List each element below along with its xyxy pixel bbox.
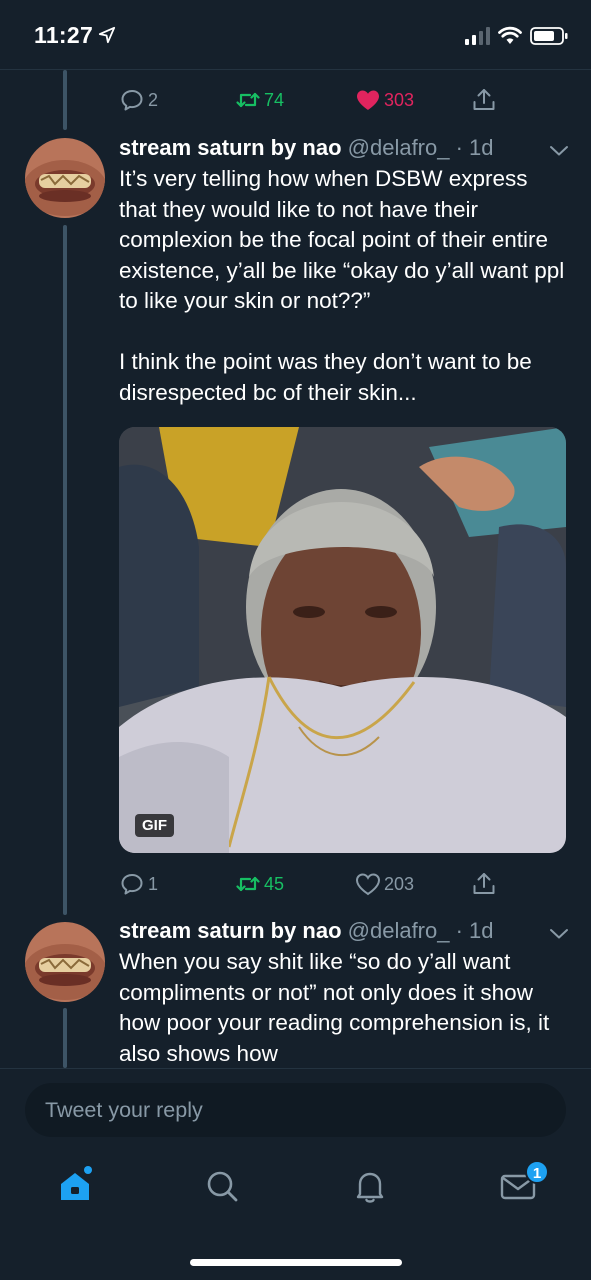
- cellular-signal-icon: [465, 27, 490, 45]
- user-handle[interactable]: @delafro_: [348, 918, 450, 943]
- retweet-count: 74: [264, 89, 285, 110]
- display-name[interactable]: stream saturn by nao: [119, 918, 342, 943]
- like-button[interactable]: 203: [355, 867, 414, 901]
- like-count: 303: [384, 89, 415, 110]
- tweet-time: · 1d: [455, 135, 494, 160]
- chevron-down-icon[interactable]: [548, 144, 570, 158]
- retweet-count: 45: [264, 873, 285, 894]
- heart-icon: [355, 873, 381, 896]
- tweet-time: · 1d: [455, 918, 494, 943]
- reply-icon: [121, 874, 143, 895]
- heart-filled-icon: [357, 90, 379, 110]
- like-count: 203: [384, 873, 415, 894]
- retweet-button[interactable]: 74: [235, 83, 284, 117]
- share-icon: [473, 873, 495, 894]
- messages-badge: 1: [525, 1160, 549, 1184]
- retweet-button[interactable]: 45: [235, 867, 284, 901]
- search-icon[interactable]: [202, 1166, 242, 1206]
- tweet-header: stream saturn by nao @delafro_ · 1d: [119, 917, 494, 945]
- wifi-icon: [498, 26, 522, 44]
- home-indicator[interactable]: [190, 1259, 402, 1266]
- avatar[interactable]: [25, 922, 105, 1002]
- tweet-gif[interactable]: GIF: [119, 427, 566, 853]
- gif-badge: GIF: [135, 814, 174, 837]
- status-bar: 11:27: [0, 0, 591, 70]
- reply-button[interactable]: 1: [119, 867, 158, 901]
- share-icon: [473, 89, 495, 110]
- thread-line: [63, 1008, 67, 1068]
- tweet-text: When you say shit like “so do y’all want…: [119, 949, 556, 1066]
- tweet-actions: 1 45 203: [0, 867, 591, 901]
- reply-input[interactable]: Tweet your reply: [25, 1083, 566, 1137]
- home-icon[interactable]: [55, 1166, 95, 1206]
- share-button[interactable]: [471, 83, 497, 117]
- location-arrow-icon: [98, 26, 116, 44]
- retweet-icon: [236, 876, 260, 892]
- tweet-actions-previous: 2 74 303: [0, 83, 591, 117]
- reply-count: 1: [148, 873, 159, 894]
- thread-line: [63, 225, 67, 915]
- chevron-down-icon[interactable]: [548, 927, 570, 941]
- tweet-header: stream saturn by nao @delafro_ · 1d: [119, 134, 494, 162]
- notifications-bell-icon[interactable]: [350, 1166, 390, 1206]
- reply-count: 2: [148, 89, 159, 110]
- avatar-image: [25, 138, 105, 218]
- gif-image: [119, 427, 566, 853]
- battery-icon: [530, 27, 568, 45]
- status-time: 11:27: [34, 22, 94, 48]
- avatar[interactable]: [25, 138, 105, 218]
- tweet-text: It’s very telling how when DSBW express …: [119, 166, 565, 405]
- retweet-icon: [236, 92, 260, 108]
- reply-icon: [121, 90, 143, 111]
- avatar-image: [25, 922, 105, 1002]
- display-name[interactable]: stream saturn by nao: [119, 135, 342, 160]
- share-button[interactable]: [471, 867, 497, 901]
- reply-button[interactable]: 2: [119, 83, 158, 117]
- user-handle[interactable]: @delafro_: [348, 135, 450, 160]
- bottom-bar: Tweet your reply: [0, 1068, 591, 1280]
- like-button[interactable]: 303: [355, 83, 414, 117]
